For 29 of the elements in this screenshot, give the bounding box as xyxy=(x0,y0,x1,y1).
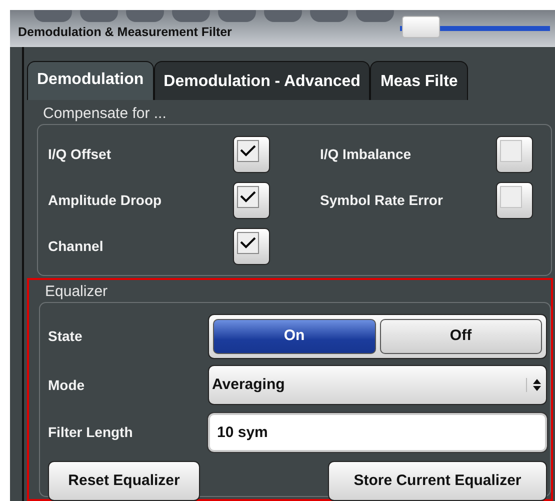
checkbox[interactable] xyxy=(496,182,533,218)
field-label: Filter Length xyxy=(48,422,134,442)
tab[interactable]: Meas Filte xyxy=(370,61,468,100)
toggle-option[interactable]: On xyxy=(213,318,376,354)
checkbox[interactable] xyxy=(233,228,270,264)
check-icon xyxy=(239,236,257,250)
checkbox-label: I/Q Offset xyxy=(48,144,112,164)
toggle-option[interactable]: Off xyxy=(380,318,542,354)
checkbox[interactable] xyxy=(233,136,270,172)
checkbox-label: I/Q Imbalance xyxy=(320,144,412,164)
checkbox[interactable] xyxy=(496,136,533,172)
window-title: Demodulation & Measurement Filter xyxy=(18,24,232,41)
store-button[interactable]: Store Current Equalizer xyxy=(328,461,547,501)
checkbox-label: Amplitude Droop xyxy=(48,190,163,210)
check-icon xyxy=(239,190,257,204)
slider-thumb[interactable] xyxy=(402,16,440,38)
tab[interactable]: Demodulation xyxy=(27,61,154,100)
reset-button[interactable]: Reset Equalizer xyxy=(48,461,200,501)
field-label: State xyxy=(48,326,84,346)
checkbox[interactable] xyxy=(233,182,270,218)
input-field[interactable]: 10 sym xyxy=(208,412,547,452)
checkbox-label: Symbol Rate Error xyxy=(320,190,444,210)
checkbox-label: Channel xyxy=(48,236,104,256)
group-title: Compensate for ... xyxy=(43,105,166,122)
field-label: Mode xyxy=(48,376,86,394)
tab[interactable]: Demodulation - Advanced xyxy=(154,61,370,100)
mode-dropdown[interactable]: Averaging xyxy=(208,365,547,405)
group-title: Equalizer xyxy=(45,283,108,300)
check-icon xyxy=(239,144,257,158)
